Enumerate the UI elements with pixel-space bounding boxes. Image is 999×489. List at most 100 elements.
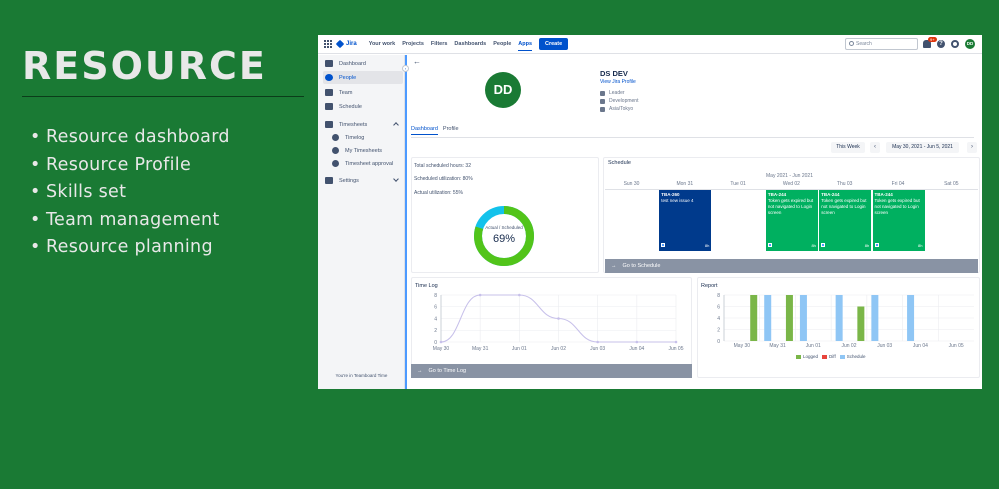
report-bar-schedule (764, 295, 772, 341)
sidebar-item-settings[interactable]: Settings (323, 174, 403, 187)
nav-filters[interactable]: Filters (431, 41, 448, 47)
chevron-down-icon (393, 176, 399, 182)
jira-logo-icon (335, 39, 345, 49)
clock-icon (600, 106, 605, 112)
sidebar-item-label: Timesheets (339, 121, 368, 128)
task-icon (661, 243, 666, 247)
y-tick-label: 2 (434, 328, 437, 334)
clock-icon (332, 134, 339, 141)
app-screenshot: Jira Your work Projects Filters Dashboar… (318, 35, 982, 389)
x-tick-label: Jun 03 (877, 343, 892, 349)
collapse-sidebar-button[interactable]: ‹ (402, 65, 409, 72)
nav-projects[interactable]: Projects (402, 41, 424, 47)
x-tick-label: May 30 (433, 346, 450, 352)
logo-text: Jira (346, 41, 357, 47)
sidebar: Dashboard People Team Schedule Timesheet… (318, 55, 405, 389)
schedule-event[interactable]: TBA-260 test new issue 4 8h (659, 190, 712, 251)
tabs-divider (411, 137, 974, 138)
x-tick-label: Jun 02 (551, 346, 566, 352)
legend-swatch (839, 354, 845, 359)
notification-badge: 9+ (928, 37, 937, 42)
tab-profile[interactable]: Profile (443, 126, 459, 135)
event-summary: Token gets expired but not navigated to … (767, 198, 814, 215)
nav-dashboards[interactable]: Dashboards (454, 41, 486, 47)
tab-dashboard[interactable]: Dashboard (411, 126, 438, 135)
legend-swatch (796, 354, 801, 359)
sidebar-item-team[interactable]: Team (323, 86, 403, 99)
date-range-picker[interactable]: May 30, 2021 - Jun 5, 2021 (886, 142, 959, 153)
sidebar-footer: You're in Teamboard Time (335, 373, 388, 378)
person-icon (332, 147, 339, 154)
y-tick-label: 0 (717, 339, 720, 345)
jira-logo[interactable]: Jira (335, 39, 357, 49)
legend-label: Schedule (846, 354, 866, 359)
sidebar-item-people[interactable]: People (323, 71, 403, 84)
legend-entry[interactable]: Schedule (839, 354, 866, 359)
sidebar-item-timelog[interactable]: Timelog (330, 131, 403, 144)
nav-people[interactable]: People (493, 41, 511, 47)
profile-avatar: DD (485, 72, 521, 108)
y-tick-label: 2 (717, 327, 720, 333)
timesheets-icon (325, 121, 333, 128)
event-hours: 8h (918, 243, 923, 248)
event-summary: Token gets expired but not navigated to … (874, 198, 920, 215)
y-tick-label: 0 (434, 340, 437, 346)
sidebar-resize-handle[interactable] (405, 55, 407, 389)
feature-list: Resource dashboard Resource Profile Skil… (30, 124, 230, 262)
this-week-button[interactable]: This Week (831, 142, 865, 153)
role-icon (600, 90, 605, 96)
go-to-timelog-button[interactable]: → Go to Time Log (411, 364, 692, 378)
team-icon (600, 98, 605, 104)
search-icon (849, 41, 854, 46)
event-hours: 8h (704, 243, 710, 248)
sidebar-item-my-timesheets[interactable]: My Timesheets (330, 144, 403, 157)
schedule-day-header: Thu 03 (836, 181, 853, 187)
donut-value: 69% (492, 233, 516, 245)
report-legend: Logged Diff Schedule (796, 354, 869, 359)
legend-entry[interactable]: Logged (796, 354, 818, 359)
legend-entry[interactable]: Diff (822, 354, 836, 359)
sidebar-item-dashboard[interactable]: Dashboard (323, 57, 403, 70)
schedule-event[interactable]: TBA-244 Token gets expired but not naviga… (872, 190, 925, 251)
user-avatar[interactable]: DD (965, 39, 975, 49)
help-icon[interactable]: ? (937, 40, 945, 48)
profile-meta-text: Leader (609, 90, 625, 96)
search-input[interactable]: Search (845, 38, 918, 50)
app-switcher-icon[interactable] (324, 40, 332, 48)
y-tick-label: 6 (717, 304, 720, 310)
task-icon (821, 243, 826, 247)
create-button[interactable]: Create (539, 38, 569, 50)
profile-team: Development (600, 98, 638, 104)
sidebar-item-label: People (339, 74, 357, 81)
x-tick-label: Jun 05 (668, 346, 683, 352)
schedule-day-header: Sat 05 (944, 181, 959, 187)
prev-week-button[interactable]: ‹ (870, 142, 880, 153)
nav-your-work[interactable]: Your work (369, 41, 396, 47)
view-jira-profile-link[interactable]: View Jira Profile (600, 79, 636, 85)
back-arrow-icon[interactable]: ← (413, 57, 421, 66)
event-footer: 8h (874, 243, 923, 249)
y-tick-label: 6 (434, 305, 437, 311)
nav-apps[interactable]: Apps (518, 41, 533, 51)
bullet-item: Resource dashboard (30, 124, 230, 152)
x-tick-label: Jun 02 (841, 343, 856, 349)
slide-title: RESOURCE (22, 44, 267, 88)
sidebar-item-label: Timesheet approval (345, 160, 394, 167)
sidebar-item-label: Settings (339, 177, 359, 184)
y-tick-label: 8 (717, 293, 720, 299)
event-summary: Token gets expired but not navigated to … (821, 198, 867, 215)
report-bar-logged (857, 306, 865, 341)
sidebar-item-timesheets[interactable]: Timesheets (323, 118, 403, 131)
schedule-event[interactable]: TBA-244 Token gets expired but not naviga… (819, 190, 872, 251)
sidebar-item-schedule[interactable]: Schedule (323, 100, 403, 113)
go-label: Go to Time Log (428, 368, 467, 374)
schedule-event[interactable]: TBA-244 Token gets expired but not naviga… (765, 190, 818, 251)
sidebar-item-timesheet-approval[interactable]: Timesheet approval (330, 157, 403, 170)
report-bar-schedule (835, 295, 843, 341)
gear-icon[interactable] (951, 40, 959, 48)
timelog-title: Time Log (415, 283, 438, 289)
task-icon (767, 243, 772, 247)
go-to-schedule-button[interactable]: → Go to Schedule (605, 259, 978, 273)
sidebar-item-label: Team (339, 89, 353, 96)
next-week-button[interactable]: › (967, 142, 977, 153)
